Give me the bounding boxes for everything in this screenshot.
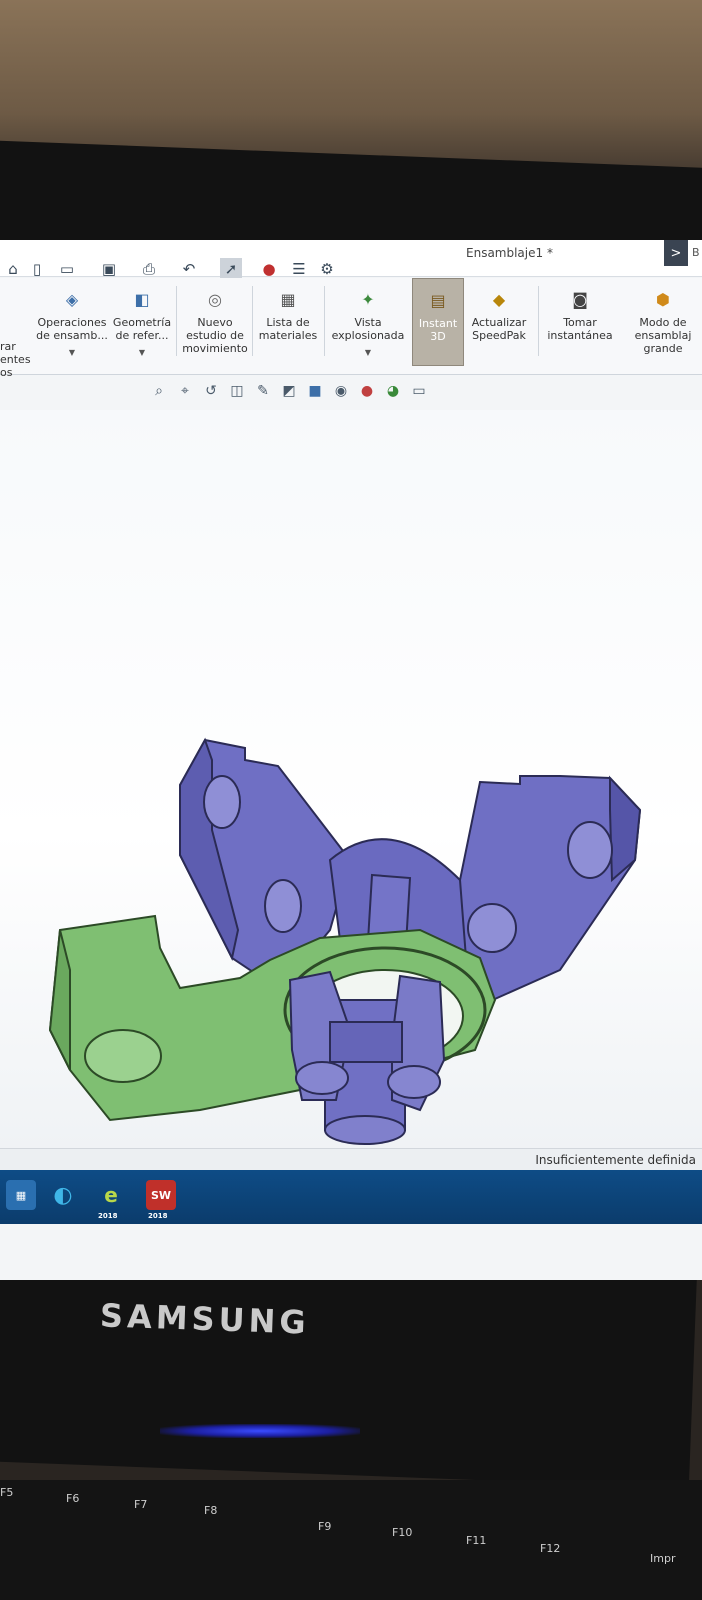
key-f10[interactable]: F10 xyxy=(392,1526,412,1539)
motion-study-icon: ◎ xyxy=(208,289,222,309)
ribbon-separator xyxy=(538,286,539,356)
key-f6[interactable]: F6 xyxy=(66,1492,79,1505)
apply-scene-icon[interactable]: ◕ xyxy=(382,380,404,402)
bill-of-materials-button[interactable]: ▦ Lista de materiales xyxy=(256,278,320,368)
large-assembly-icon: ⬢ xyxy=(656,289,670,309)
edit-appearance-icon[interactable]: ● xyxy=(356,380,378,402)
display-style-icon[interactable]: ■ xyxy=(304,380,326,402)
ribbon-separator xyxy=(176,286,177,356)
start-icon[interactable]: ▦ xyxy=(6,1180,36,1210)
power-led xyxy=(160,1424,360,1438)
open-icon[interactable]: ▭ xyxy=(56,258,78,280)
options-gear-icon[interactable]: ⚙ xyxy=(316,258,338,280)
zoom-area-icon[interactable]: ⌖ xyxy=(174,380,196,402)
key-f12[interactable]: F12 xyxy=(540,1542,560,1555)
solidworks-label: SW xyxy=(150,1188,172,1202)
status-text: Insuficientemente definida xyxy=(535,1153,696,1167)
update-speedpak-label: Actualizar SpeedPak xyxy=(471,316,527,342)
assembly-model xyxy=(48,737,642,1145)
view-settings-icon[interactable]: ▭ xyxy=(408,380,430,402)
chevron-down-icon[interactable]: ▼ xyxy=(139,346,145,359)
large-assembly-mode-button[interactable]: ⬢ Modo de ensamblaj grande xyxy=(624,278,702,368)
reference-geometry-label: Geometría de refer... xyxy=(112,316,172,342)
instant3d-icon: ▤ xyxy=(430,290,446,310)
print-icon[interactable]: ⎙ xyxy=(138,258,160,280)
file-properties-icon[interactable]: ☰ xyxy=(288,258,310,280)
dynamic-annotation-icon[interactable]: ✎ xyxy=(252,380,274,402)
ribbon-separator xyxy=(324,286,325,356)
new-document-icon[interactable]: ▯ xyxy=(26,258,48,280)
document-title: Ensamblaje1 * xyxy=(466,246,553,260)
edrawings-version: 2018 xyxy=(98,1212,118,1220)
instant3d-button[interactable]: ▤ Instant 3D xyxy=(412,278,464,366)
exploded-view-label: Vista explosionada xyxy=(331,316,405,342)
take-snapshot-button[interactable]: ◙ Tomar instantánea xyxy=(542,278,618,368)
solidworks-version: 2018 xyxy=(148,1212,168,1220)
reference-geometry-button[interactable]: ◧ Geometría de refer... ▼ xyxy=(112,278,172,368)
new-motion-study-label: Nuevo estudio de movimiento xyxy=(182,316,248,355)
snapshot-camera-icon: ◙ xyxy=(572,289,588,309)
traffic-light-icon[interactable]: ● xyxy=(258,258,280,280)
key-f8[interactable]: F8 xyxy=(204,1504,217,1517)
key-print-screen[interactable]: Impr xyxy=(650,1552,675,1565)
exploded-view-button[interactable]: ✦ Vista explosionada ▼ xyxy=(328,278,408,368)
title-bar: ⌂ ▯ ▭ ▣ ⎙ ↶ ➚ ● ☰ ⚙ Ensamblaje1 * > B xyxy=(0,240,702,280)
key-f11[interactable]: F11 xyxy=(466,1534,486,1547)
ribbon-separator xyxy=(252,286,253,356)
command-manager-ribbon: rar entes os ◈ Operaciones de ensamb... … xyxy=(0,278,702,379)
heads-up-view-toolbar: ⌕ ⌖ ↺ ◫ ✎ ◩ ■ ◉ ● ◕ ▭ xyxy=(148,380,430,406)
bill-of-materials-label: Lista de materiales xyxy=(258,316,318,342)
select-icon[interactable]: ➚ xyxy=(220,258,242,280)
chevron-down-icon[interactable]: ▼ xyxy=(365,346,371,359)
ribbon-partial-label: rar entes os xyxy=(0,340,31,379)
key-f5[interactable]: F5 xyxy=(0,1486,13,1499)
assembly-features-icon: ◈ xyxy=(65,289,79,309)
home-icon[interactable]: ⌂ xyxy=(2,258,24,280)
previous-view-icon[interactable]: ↺ xyxy=(200,380,222,402)
zoom-to-fit-icon[interactable]: ⌕ xyxy=(148,380,170,402)
command-search-label: B xyxy=(692,246,700,259)
status-bar: Insuficientemente definida xyxy=(0,1148,702,1171)
monitor-screen: ⌂ ▯ ▭ ▣ ⎙ ↶ ➚ ● ☰ ⚙ Ensamblaje1 * > B ra… xyxy=(0,240,702,1280)
save-icon[interactable]: ▣ xyxy=(98,258,120,280)
hide-show-icon[interactable]: ◉ xyxy=(330,380,352,402)
large-assembly-mode-label: Modo de ensamblaj grande xyxy=(634,316,692,355)
command-search-icon[interactable]: > xyxy=(664,240,688,266)
new-motion-study-button[interactable]: ◎ Nuevo estudio de movimiento xyxy=(182,278,248,368)
instant3d-label: Instant 3D xyxy=(418,317,458,343)
chevron-down-icon[interactable]: ▼ xyxy=(69,346,75,359)
assembly-features-button[interactable]: ◈ Operaciones de ensamb... ▼ xyxy=(36,278,108,368)
reference-geometry-icon: ◧ xyxy=(134,289,150,309)
windows-taskbar: ▦ ◐ e 2018 SW 2018 xyxy=(0,1170,702,1224)
exploded-view-icon: ✦ xyxy=(361,289,375,309)
speedpak-icon: ◆ xyxy=(492,289,506,309)
key-f7[interactable]: F7 xyxy=(134,1498,147,1511)
assembly-features-label: Operaciones de ensamb... xyxy=(36,316,108,342)
update-speedpak-button[interactable]: ◆ Actualizar SpeedPak xyxy=(466,278,532,368)
keyboard: F5 F6 F7 F8 F9 F10 F11 F12 Impr xyxy=(0,1480,702,1600)
edrawings-label: e xyxy=(104,1183,118,1207)
key-f9[interactable]: F9 xyxy=(318,1520,331,1533)
section-view-icon[interactable]: ◫ xyxy=(226,380,248,402)
graphics-area[interactable] xyxy=(0,410,702,1180)
edge-browser-icon[interactable]: ◐ xyxy=(48,1180,78,1210)
solidworks-icon[interactable]: SW 2018 xyxy=(146,1180,176,1220)
bill-of-materials-icon: ▦ xyxy=(280,289,296,309)
view-orientation-icon[interactable]: ◩ xyxy=(278,380,300,402)
monitor-brand-logo: SAMSUNG xyxy=(99,1296,311,1342)
undo-icon[interactable]: ↶ xyxy=(178,258,200,280)
edrawings-icon[interactable]: e 2018 xyxy=(96,1180,126,1220)
take-snapshot-label: Tomar instantánea xyxy=(547,316,613,342)
